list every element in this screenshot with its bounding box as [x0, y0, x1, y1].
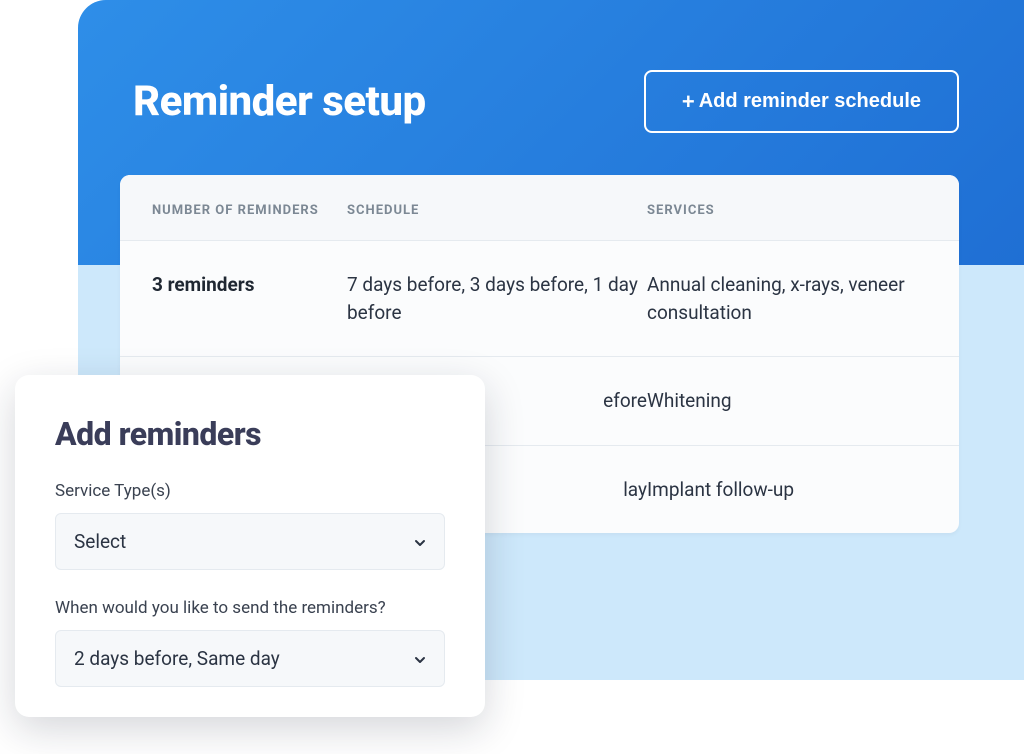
schedule-label: When would you like to send the reminder… — [55, 598, 445, 618]
cell-services: Annual cleaning, x-rays, veneer consulta… — [647, 271, 927, 326]
column-header-reminders: NUMBER OF REMINDERS — [152, 203, 347, 218]
column-header-schedule: SCHEDULE — [347, 203, 647, 218]
add-button-label: Add reminder schedule — [699, 90, 921, 113]
cell-services: Whitening — [647, 387, 927, 415]
page-title: Reminder setup — [133, 77, 426, 126]
table-row[interactable]: 3 reminders 7 days before, 3 days before… — [120, 241, 959, 357]
cell-schedule: 7 days before, 3 days before, 1 day befo… — [347, 271, 647, 326]
chevron-down-icon — [412, 652, 426, 666]
table-header-row: NUMBER OF REMINDERS SCHEDULE SERVICES — [120, 175, 959, 241]
cell-services: Implant follow-up — [647, 476, 927, 504]
cell-reminders: 3 reminders — [152, 271, 347, 326]
service-type-value: Select — [74, 530, 126, 553]
add-reminders-modal: Add reminders Service Type(s) Select Whe… — [15, 375, 485, 717]
service-type-select[interactable]: Select — [55, 513, 445, 570]
service-type-label: Service Type(s) — [55, 481, 445, 501]
chevron-down-icon — [412, 535, 426, 549]
schedule-select[interactable]: 2 days before, Same day — [55, 630, 445, 687]
add-reminder-schedule-button[interactable]: + Add reminder schedule — [644, 70, 959, 133]
schedule-value: 2 days before, Same day — [74, 647, 280, 670]
header: Reminder setup + Add reminder schedule — [133, 70, 959, 133]
plus-icon: + — [682, 91, 695, 113]
column-header-services: SERVICES — [647, 203, 927, 218]
modal-title: Add reminders — [55, 415, 445, 453]
